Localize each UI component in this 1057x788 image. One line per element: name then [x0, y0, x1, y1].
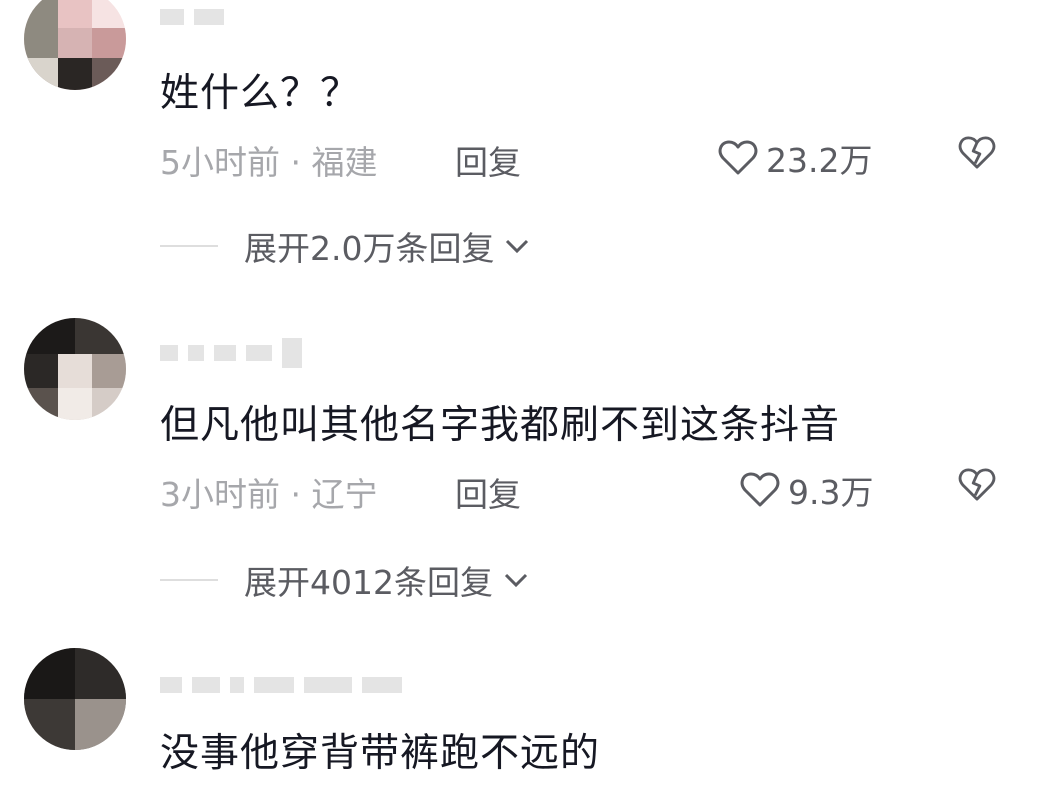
chevron-down-icon	[506, 239, 529, 254]
heart-outline-icon	[740, 472, 780, 507]
divider-line	[160, 245, 218, 247]
expand-replies-label: 展开2.0万条回复	[244, 229, 495, 268]
like-button[interactable]: 9.3万	[740, 466, 873, 514]
expand-replies-label: 展开4012条回复	[244, 563, 493, 602]
chevron-down-icon	[504, 573, 528, 588]
broken-heart-icon[interactable]	[958, 468, 996, 502]
avatar[interactable]	[24, 648, 126, 750]
comment-text: 但凡他叫其他名字我都刷不到这条抖音	[160, 403, 841, 448]
avatar[interactable]	[24, 318, 126, 420]
username[interactable]	[160, 6, 224, 28]
comment-text: 姓什么？？	[160, 71, 361, 116]
username[interactable]	[160, 338, 302, 368]
like-button[interactable]: 23.2万	[718, 134, 872, 182]
reply-button[interactable]: 回复	[455, 468, 521, 516]
avatar[interactable]	[24, 0, 126, 90]
reply-button[interactable]: 回复	[455, 136, 521, 184]
comment-meta: 3小时前 · 辽宁	[160, 475, 378, 514]
username[interactable]	[160, 674, 402, 696]
divider-line	[160, 579, 218, 581]
like-count: 9.3万	[788, 473, 874, 512]
like-count: 23.2万	[766, 141, 873, 180]
broken-heart-icon[interactable]	[958, 136, 996, 170]
expand-replies-button[interactable]: 展开4012条回复	[160, 556, 529, 604]
comment-meta: 5小时前 · 福建	[160, 143, 378, 182]
heart-outline-icon	[718, 140, 758, 175]
expand-replies-button[interactable]: 展开2.0万条回复	[160, 222, 530, 270]
comment-text: 没事他穿背带裤跑不远的	[160, 731, 601, 776]
